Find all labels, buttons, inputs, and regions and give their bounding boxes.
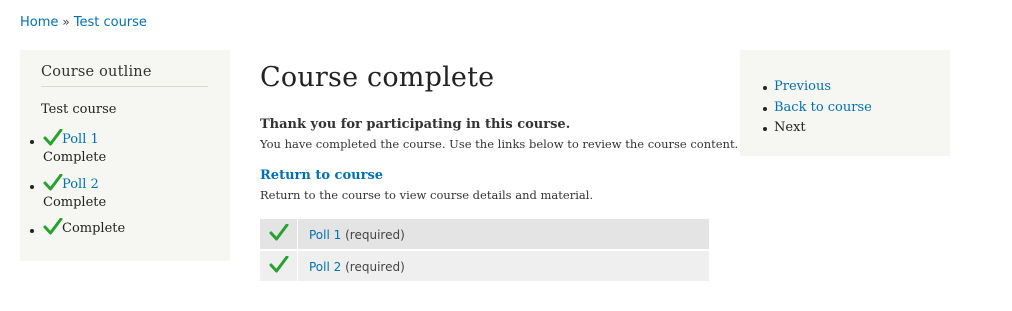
thanks-heading: Thank you for participating in this cour… — [260, 117, 571, 132]
breadcrumb: Home » Test course — [20, 15, 147, 30]
next-label: Next — [774, 120, 806, 135]
check-icon — [269, 256, 289, 273]
outline-complete-label: Complete — [62, 221, 126, 236]
bullet — [30, 140, 34, 144]
requirement-label: Poll 2 (required) — [309, 260, 405, 274]
requirements-table: Poll 1 (required) Poll 2 (required) — [260, 219, 709, 283]
bullet — [30, 185, 34, 189]
check-icon — [43, 218, 63, 235]
course-nav-block: Previous Back to course Next — [740, 50, 950, 156]
outline-status: Complete — [43, 195, 107, 210]
check-icon — [269, 224, 289, 241]
table-row: Poll 2 (required) — [260, 251, 709, 281]
check-icon — [43, 174, 63, 191]
course-outline-title: Course outline — [41, 64, 208, 87]
check-icon — [43, 129, 63, 146]
requirement-link-poll-2[interactable]: Poll 2 — [309, 260, 341, 274]
thanks-description: You have completed the course. Use the l… — [260, 137, 739, 151]
outline-status: Complete — [43, 150, 107, 165]
bullet — [763, 107, 767, 111]
back-to-course-link[interactable]: Back to course — [774, 100, 872, 115]
breadcrumb-course-link[interactable]: Test course — [74, 15, 147, 30]
requirement-label: Poll 1 (required) — [309, 228, 405, 242]
breadcrumb-home-link[interactable]: Home — [20, 15, 58, 30]
status-cell — [260, 251, 298, 281]
outline-link-poll-2[interactable]: Poll 2 — [62, 177, 99, 192]
return-description: Return to the course to view course deta… — [260, 188, 594, 202]
bullet — [763, 86, 767, 90]
requirement-link-poll-1[interactable]: Poll 1 — [309, 228, 341, 242]
return-to-course-link[interactable]: Return to course — [260, 168, 383, 183]
required-suffix: (required) — [345, 260, 405, 274]
bullet — [763, 127, 767, 131]
breadcrumb-separator: » — [62, 15, 70, 29]
status-cell — [260, 219, 298, 249]
required-suffix: (required) — [345, 228, 405, 242]
page-title: Course complete — [260, 62, 495, 93]
course-outline-block: Course outline Test course Poll 1 Comple… — [20, 50, 230, 261]
outline-course-name: Test course — [41, 102, 117, 117]
previous-link[interactable]: Previous — [774, 79, 831, 94]
bullet — [30, 229, 34, 233]
outline-link-poll-1[interactable]: Poll 1 — [62, 132, 99, 147]
table-row: Poll 1 (required) — [260, 219, 709, 249]
